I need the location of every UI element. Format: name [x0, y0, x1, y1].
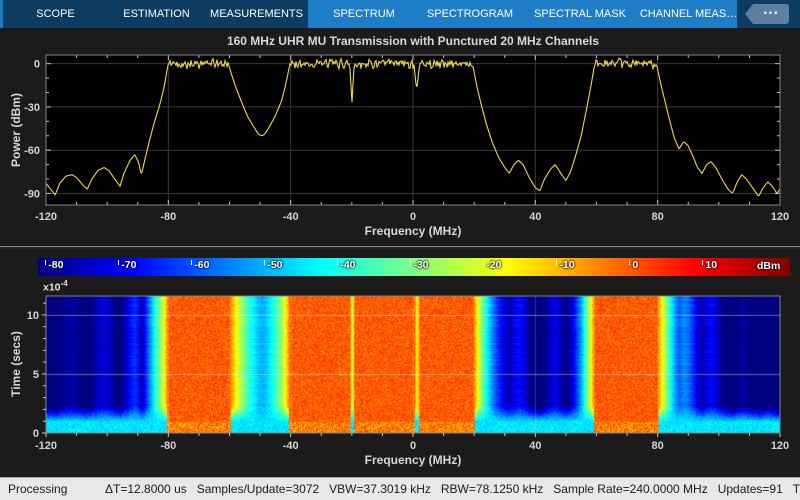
svg-text:-40: -40 [283, 211, 299, 223]
status-metric: ΔT=12.8000 us [105, 482, 187, 496]
colorbar-tick-label: 10 [702, 259, 717, 273]
svg-text:40: 40 [529, 211, 541, 223]
spectrum-analyzer-window: SCOPEESTIMATIONMEASUREMENTS SPECTRUMSPEC… [0, 0, 800, 500]
colorbar-tick-label: -50 [264, 259, 282, 273]
svg-text:40: 40 [529, 440, 541, 452]
status-metric: Sample Rate=240.0000 MHz [553, 482, 707, 496]
svg-text:80: 80 [652, 440, 664, 452]
colorbar-tick-label: -70 [118, 259, 136, 273]
colorbar-unit: dBm [757, 260, 780, 272]
spectrogram-plot[interactable] [46, 296, 780, 433]
colorbar-tick-label: -80 [45, 259, 63, 273]
colorbar-tick-label: -20 [483, 259, 501, 273]
tab-spectrum[interactable]: SPECTRUM [308, 0, 420, 28]
status-metric: Samples/Update=3072 [197, 482, 319, 496]
tab-spectral-mask[interactable]: SPECTRAL MASK [520, 0, 640, 28]
svg-text:5: 5 [33, 369, 39, 381]
tab-group-contextual: SPECTRUMSPECTROGRAMSPECTRAL MASKCHANNEL … [308, 0, 737, 28]
svg-text:-80: -80 [160, 440, 176, 452]
tab-spectrogram[interactable]: SPECTROGRAM [420, 0, 520, 28]
tab-scope[interactable]: SCOPE [3, 0, 108, 28]
colorbar-tick-label: -30 [410, 259, 428, 273]
status-bar: Processing ΔT=12.8000 us Samples/Update=3… [0, 477, 800, 500]
svg-text:120: 120 [771, 440, 789, 452]
svg-text:80: 80 [652, 211, 664, 223]
spectrogram-xlabel: Frequency (MHz) [46, 453, 780, 467]
spectrum-xlabel: Frequency (MHz) [46, 224, 780, 238]
tab-estimation[interactable]: ESTIMATION [108, 0, 205, 28]
svg-text:-90: -90 [24, 188, 40, 200]
status-metric: VBW=37.3019 kHz [329, 482, 431, 496]
colorbar-tick-label: -60 [191, 259, 209, 273]
tab-group-main: SCOPEESTIMATIONMEASUREMENTS [3, 0, 308, 28]
tab-measurements[interactable]: MEASUREMENTS [205, 0, 308, 28]
colorbar-tick-label: -10 [556, 259, 574, 273]
status-metric: RBW=78.1250 kHz [441, 482, 543, 496]
svg-text:0: 0 [33, 428, 39, 440]
spectrogram-ylabel: Time (secs) [9, 304, 23, 424]
toolstrip-tabbar: SCOPEESTIMATIONMEASUREMENTS SPECTRUMSPEC… [0, 0, 800, 28]
svg-text:-120: -120 [35, 211, 57, 223]
toolstrip-overflow-button[interactable]: ••• [754, 4, 789, 24]
svg-text:0: 0 [410, 211, 416, 223]
colorbar-tick-label: -40 [337, 259, 355, 273]
colorbar-tick-label: 0 [629, 259, 638, 273]
status-metric: T=0.00 [793, 482, 800, 496]
svg-text:-120: -120 [35, 440, 57, 452]
spectrogram-panel: -80 -70 -60 -50 -40 -30 -20 -10 0 10 dBm x10-4 Ti… [0, 249, 800, 477]
toolstrip-overflow-area: ••• [737, 0, 800, 28]
status-metric: Updates=91 [718, 482, 783, 496]
time-axis-multiplier: x10-4 [43, 279, 68, 294]
spectrum-panel: 160 MHz UHR MU Transmission with Punctur… [0, 28, 800, 246]
status-state: Processing [0, 482, 105, 496]
tab-channel-meas[interactable]: CHANNEL MEAS… [640, 0, 737, 28]
svg-text:10: 10 [27, 310, 39, 322]
svg-text:-80: -80 [160, 211, 176, 223]
svg-text:-40: -40 [283, 440, 299, 452]
svg-text:-60: -60 [24, 145, 40, 157]
svg-text:0: 0 [410, 440, 416, 452]
svg-text:0: 0 [34, 59, 40, 71]
status-metrics: ΔT=12.8000 us Samples/Update=3072 VBW=37.3… [105, 482, 800, 496]
spectrum-plot[interactable]: -120 -80 -40 0 40 80 120 0 -30 -60 -90 [0, 28, 800, 246]
svg-text:-30: -30 [24, 102, 40, 114]
svg-text:120: 120 [771, 211, 789, 223]
